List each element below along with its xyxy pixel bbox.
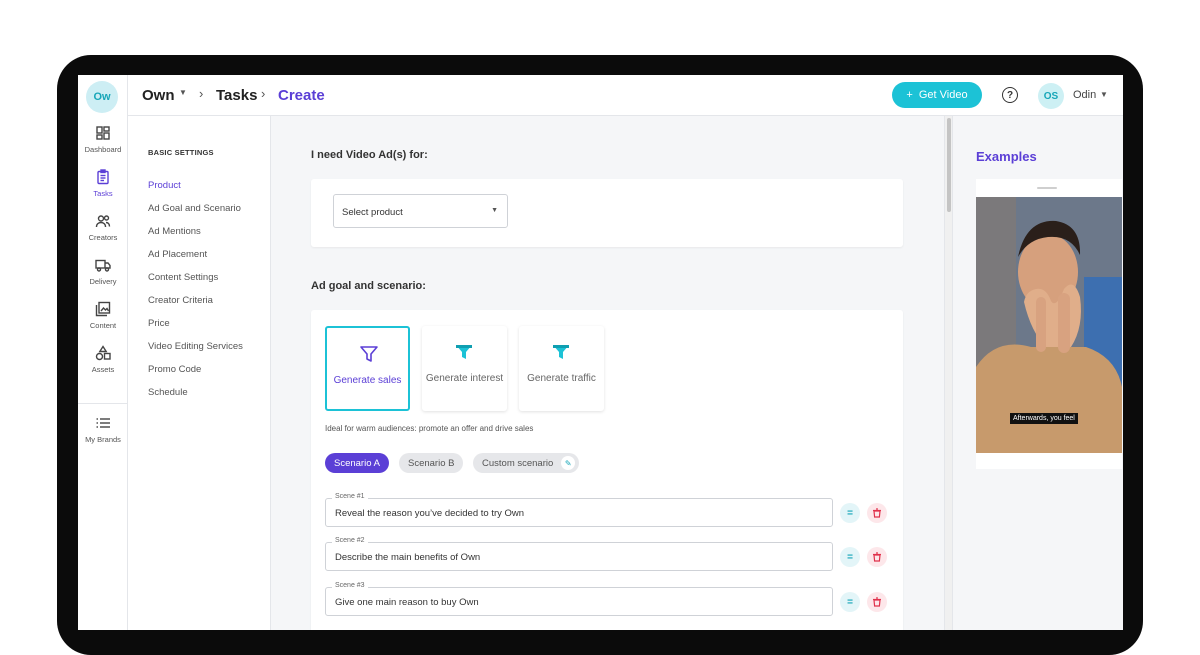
rail-item-my-brands[interactable]: My Brands	[78, 415, 128, 444]
video-caption: Afterwards, you feel	[1010, 413, 1078, 424]
scroll-thumb[interactable]	[947, 118, 951, 212]
content-icon	[95, 301, 111, 317]
get-video-label: Get Video	[918, 89, 968, 101]
ad-goal-card: Generate sales Generate interest Generat…	[311, 310, 903, 630]
chevron-down-icon[interactable]: ▼	[1100, 90, 1108, 99]
main-content: I need Video Ad(s) for: Select product ▼…	[271, 116, 951, 630]
nav-item-schedule[interactable]: Schedule	[148, 387, 188, 398]
tasks-icon	[97, 169, 109, 185]
breadcrumb-tasks[interactable]: Tasks	[216, 87, 257, 104]
pencil-icon[interactable]: ✎	[561, 456, 576, 470]
drag-handle-icon[interactable]: =	[840, 547, 860, 567]
brand-logo[interactable]: Ow	[86, 81, 118, 113]
product-card: Select product ▼	[311, 179, 903, 247]
goal-description: Ideal for warm audiences: promote an off…	[325, 424, 534, 433]
examples-panel: Examples Afterwards, you feel	[952, 116, 1123, 630]
plus-icon: +	[906, 89, 913, 101]
funnel-icon	[456, 345, 472, 359]
chevron-down-icon: ▼	[491, 207, 498, 214]
trash-icon[interactable]	[867, 503, 887, 523]
product-select[interactable]: Select product ▼	[333, 194, 508, 228]
need-ads-title: I need Video Ad(s) for:	[311, 149, 428, 161]
funnel-icon	[553, 345, 569, 359]
assets-icon	[95, 345, 111, 361]
rail-item-label: Dashboard	[84, 145, 122, 154]
goal-label: Generate interest	[425, 373, 504, 384]
nav-item-promo-code[interactable]: Promo Code	[148, 364, 201, 375]
scene-legend: Scene #1	[332, 493, 368, 500]
scene-3-field[interactable]: Scene #3 Give one main reason to buy Own	[325, 582, 833, 616]
rail-item-label: Creators	[88, 233, 118, 242]
get-video-button[interactable]: + Get Video	[892, 82, 982, 108]
chip-label: Scenario B	[408, 457, 455, 469]
goal-label: Generate sales	[333, 375, 402, 386]
breadcrumb-brand[interactable]: Own	[142, 87, 175, 104]
ad-goal-title: Ad goal and scenario:	[311, 280, 426, 292]
rail-item-creators[interactable]: Creators	[78, 213, 128, 242]
example-video-card[interactable]: Afterwards, you feel	[976, 179, 1122, 469]
nav-item-video-editing[interactable]: Video Editing Services	[148, 341, 243, 352]
rail-item-label: Content	[89, 321, 117, 330]
list-icon	[96, 418, 110, 428]
icon-rail: Ow Dashboard Tasks Creators Delivery Con…	[78, 75, 128, 630]
nav-item-price[interactable]: Price	[148, 318, 170, 329]
scenario-a-chip[interactable]: Scenario A	[325, 453, 389, 473]
breadcrumb-current: Create	[278, 87, 325, 104]
rail-item-label: Assets	[91, 365, 115, 374]
drag-handle-icon[interactable]: =	[840, 592, 860, 612]
rail-item-dashboard[interactable]: Dashboard	[78, 125, 128, 154]
goal-generate-interest[interactable]: Generate interest	[422, 326, 507, 411]
scenario-b-chip[interactable]: Scenario B	[399, 453, 464, 473]
rail-item-assets[interactable]: Assets	[78, 345, 128, 374]
goal-label: Generate traffic	[527, 373, 596, 384]
chip-label: Scenario A	[334, 457, 380, 469]
rail-item-label: Delivery	[89, 277, 117, 286]
scene-legend: Scene #2	[332, 537, 368, 544]
drag-handle-icon[interactable]: =	[840, 503, 860, 523]
scene-2-field[interactable]: Scene #2 Describe the main benefits of O…	[325, 537, 833, 571]
custom-scenario-chip[interactable]: Custom scenario ✎	[473, 453, 580, 473]
scene-value: Reveal the reason you’ve decided to try …	[335, 508, 525, 519]
nav-item-product[interactable]: Product	[148, 180, 181, 191]
top-bar: Own ▼ › Tasks › Create + Get Video ? OS …	[128, 75, 1123, 116]
chip-label: Custom scenario	[482, 457, 554, 469]
rail-item-label: Tasks	[93, 189, 113, 198]
app-screen: Ow Dashboard Tasks Creators Delivery Con…	[78, 75, 1123, 630]
rail-item-delivery[interactable]: Delivery	[78, 257, 128, 286]
user-name[interactable]: Odin	[1073, 89, 1096, 101]
nav-item-ad-mentions[interactable]: Ad Mentions	[148, 226, 201, 237]
settings-nav-title: BASIC SETTINGS	[148, 148, 214, 157]
scene-1-field[interactable]: Scene #1 Reveal the reason you’ve decide…	[325, 493, 833, 527]
goal-generate-sales[interactable]: Generate sales	[325, 326, 410, 411]
drag-handle	[1037, 187, 1057, 189]
nav-item-ad-placement[interactable]: Ad Placement	[148, 249, 207, 260]
creators-icon	[95, 215, 111, 228]
dashboard-icon	[96, 126, 110, 140]
scene-value: Give one main reason to buy Own	[335, 597, 479, 608]
goal-generate-traffic[interactable]: Generate traffic	[519, 326, 604, 411]
trash-icon[interactable]	[867, 592, 887, 612]
nav-item-creator-criteria[interactable]: Creator Criteria	[148, 295, 213, 306]
trash-icon[interactable]	[867, 547, 887, 567]
nav-item-ad-goal[interactable]: Ad Goal and Scenario	[148, 203, 241, 214]
chevron-down-icon[interactable]: ▼	[179, 88, 187, 97]
settings-nav: BASIC SETTINGS Product Ad Goal and Scena…	[128, 116, 271, 630]
chevron-right-icon: ›	[199, 86, 204, 101]
rail-item-label: My Brands	[85, 435, 121, 444]
chevron-right-icon: ›	[261, 86, 266, 101]
nav-item-content-settings[interactable]: Content Settings	[148, 272, 218, 283]
help-icon[interactable]: ?	[1002, 87, 1018, 103]
rail-item-tasks[interactable]: Tasks	[78, 169, 128, 198]
main-scrollbar[interactable]	[944, 116, 952, 630]
rail-item-content[interactable]: Content	[78, 301, 128, 330]
rail-divider	[78, 403, 128, 404]
funnel-icon	[360, 346, 378, 362]
scene-legend: Scene #3	[332, 582, 368, 589]
truck-icon	[95, 259, 111, 272]
examples-title: Examples	[976, 149, 1037, 164]
avatar[interactable]: OS	[1038, 83, 1064, 109]
product-select-value: Select product	[342, 207, 403, 218]
scene-value: Describe the main benefits of Own	[335, 552, 481, 563]
example-video-thumbnail[interactable]: Afterwards, you feel	[976, 197, 1122, 453]
